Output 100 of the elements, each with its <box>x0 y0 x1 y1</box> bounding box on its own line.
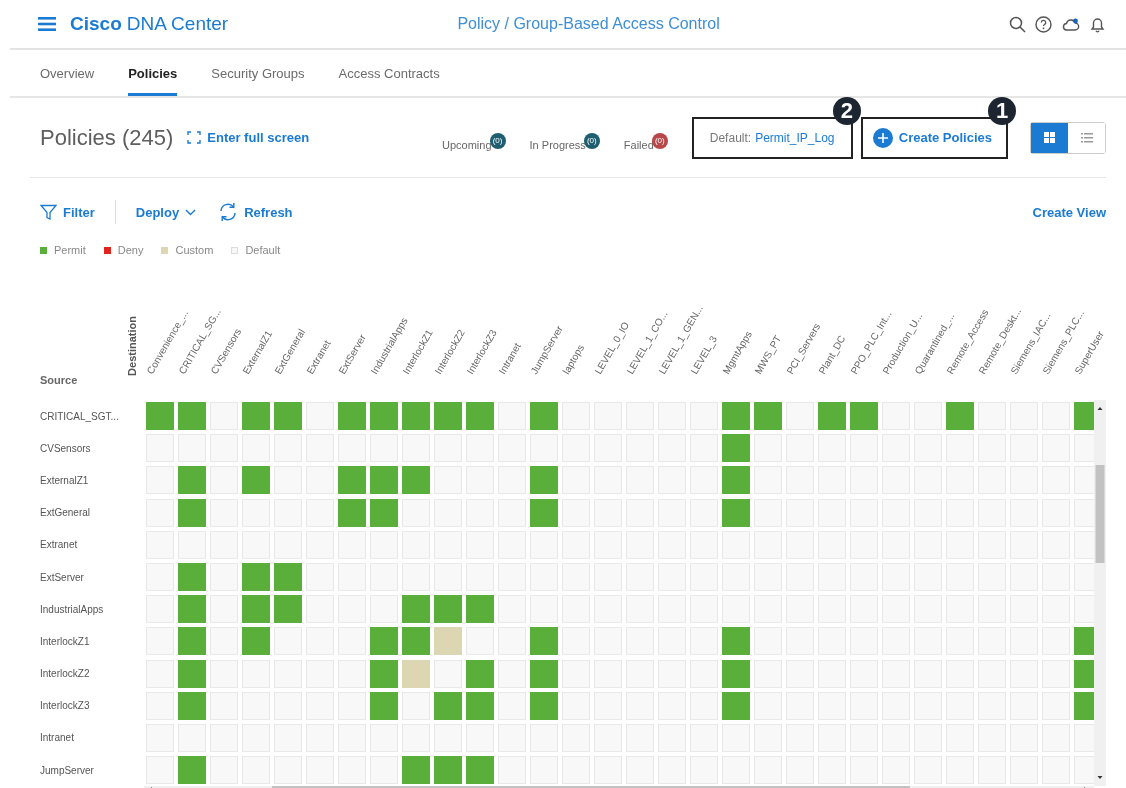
policy-cell[interactable] <box>722 498 750 527</box>
bell-icon[interactable] <box>1089 15 1106 33</box>
policy-cell[interactable] <box>722 466 750 495</box>
policy-cell[interactable] <box>1074 659 1094 688</box>
policy-cell[interactable] <box>402 402 430 431</box>
policy-cell[interactable] <box>434 595 462 624</box>
policy-cell[interactable] <box>466 756 494 784</box>
policy-cell[interactable] <box>722 627 750 656</box>
policy-cell[interactable] <box>178 659 206 688</box>
policy-cell[interactable] <box>402 659 430 688</box>
policy-cell[interactable] <box>178 595 206 624</box>
tab[interactable]: Access Contracts <box>338 50 440 96</box>
policy-cell[interactable] <box>1074 691 1094 720</box>
breadcrumb: Policy / Group-Based Access Control <box>457 15 720 33</box>
policy-cell[interactable] <box>530 402 558 431</box>
policy-cell[interactable] <box>722 434 750 463</box>
policy-cell[interactable] <box>1074 563 1094 592</box>
policy-cell[interactable] <box>1074 627 1094 656</box>
policy-cell[interactable] <box>242 402 270 431</box>
menu-icon[interactable] <box>38 17 56 31</box>
row-header[interactable]: CRITICAL_SGT... <box>40 400 144 433</box>
policy-cell[interactable] <box>178 466 206 495</box>
policy-cell[interactable] <box>146 402 174 431</box>
row-header[interactable]: ExtServer <box>40 560 144 594</box>
filter-button[interactable]: Filter <box>40 203 95 221</box>
policy-cell[interactable] <box>402 627 430 656</box>
policy-cell[interactable] <box>242 466 270 495</box>
policy-cell[interactable] <box>370 498 398 527</box>
policy-cell[interactable] <box>1074 402 1094 431</box>
row-header[interactable]: Extranet <box>40 528 144 561</box>
policy-cell[interactable] <box>466 595 494 624</box>
policy-cell[interactable] <box>850 402 878 431</box>
policy-cell[interactable] <box>466 402 494 431</box>
row-header[interactable]: JumpServer <box>40 754 144 787</box>
create-view-link[interactable]: Create View <box>1032 204 1106 220</box>
policy-cell[interactable] <box>434 691 462 720</box>
policy-cell[interactable] <box>434 756 462 784</box>
policy-cell[interactable] <box>178 498 206 527</box>
deploy-dropdown[interactable]: Deploy <box>135 204 197 220</box>
tab[interactable]: Policies <box>128 50 178 96</box>
policy-cell[interactable] <box>242 595 270 624</box>
policy-cell[interactable] <box>274 595 302 624</box>
row-header[interactable]: ExtGeneral <box>40 496 144 529</box>
policy-cell[interactable] <box>946 402 974 431</box>
fullscreen-link[interactable]: Enter full screen <box>187 130 310 145</box>
row-header[interactable]: InterlockZ1 <box>40 625 144 658</box>
policy-cell[interactable] <box>402 595 430 624</box>
tab[interactable]: Security Groups <box>211 50 305 96</box>
policy-cell[interactable] <box>370 691 398 720</box>
policy-cell[interactable] <box>466 659 494 688</box>
policy-cell[interactable] <box>370 402 398 431</box>
grid-view-button[interactable] <box>1031 122 1068 153</box>
row-header[interactable]: CVSensors <box>40 432 144 465</box>
refresh-button[interactable]: Refresh <box>218 202 293 222</box>
vertical-scrollbar[interactable] <box>1094 400 1106 786</box>
policy-cell[interactable] <box>1074 466 1094 495</box>
policy-cell[interactable] <box>338 466 366 495</box>
policy-cell[interactable] <box>402 466 430 495</box>
policy-cell[interactable] <box>338 498 366 527</box>
policy-cell[interactable] <box>530 627 558 656</box>
policy-cell[interactable] <box>434 627 462 656</box>
policy-cell[interactable] <box>274 563 302 592</box>
policy-cell[interactable] <box>274 402 302 431</box>
policy-cell[interactable] <box>530 691 558 720</box>
row-header[interactable]: IndustrialApps <box>40 593 144 626</box>
create-policies-button[interactable]: Create Policies <box>868 123 996 152</box>
policy-cell[interactable] <box>530 659 558 688</box>
policy-cell[interactable] <box>402 756 430 784</box>
policy-cell[interactable] <box>754 402 782 431</box>
search-icon[interactable] <box>1009 15 1026 33</box>
policy-cell[interactable] <box>338 402 366 431</box>
policy-cell[interactable] <box>722 402 750 431</box>
row-header[interactable]: Intranet <box>40 721 144 755</box>
row-header[interactable]: InterlockZ2 <box>40 657 144 690</box>
policy-cell[interactable] <box>178 402 206 431</box>
help-icon[interactable] <box>1035 15 1052 33</box>
policy-cell[interactable] <box>178 563 206 592</box>
policy-cell[interactable] <box>818 402 846 431</box>
policy-cell[interactable] <box>434 402 462 431</box>
caret-icon <box>185 208 197 216</box>
policy-cell[interactable] <box>242 627 270 656</box>
policy-cell[interactable] <box>530 498 558 527</box>
policy-cell[interactable] <box>178 756 206 784</box>
policy-cell[interactable] <box>242 563 270 592</box>
tab[interactable]: Overview <box>40 50 95 96</box>
policy-cell[interactable] <box>370 659 398 688</box>
policy-cell[interactable] <box>370 466 398 495</box>
policy-cell[interactable] <box>1074 530 1094 559</box>
policy-cell[interactable] <box>722 691 750 720</box>
default-policy-link[interactable]: Permit_IP_Log <box>755 130 835 145</box>
policy-cell[interactable] <box>466 691 494 720</box>
policy-cell[interactable] <box>530 466 558 495</box>
policy-cell[interactable] <box>722 659 750 688</box>
policy-cell[interactable] <box>178 691 206 720</box>
policy-cell[interactable] <box>370 627 398 656</box>
policy-cell[interactable] <box>1074 498 1094 527</box>
policy-cell[interactable] <box>178 627 206 656</box>
row-header[interactable]: InterlockZ3 <box>40 689 144 722</box>
status-label: In Progress <box>529 138 586 151</box>
row-header[interactable]: ExternalZ1 <box>40 464 144 497</box>
